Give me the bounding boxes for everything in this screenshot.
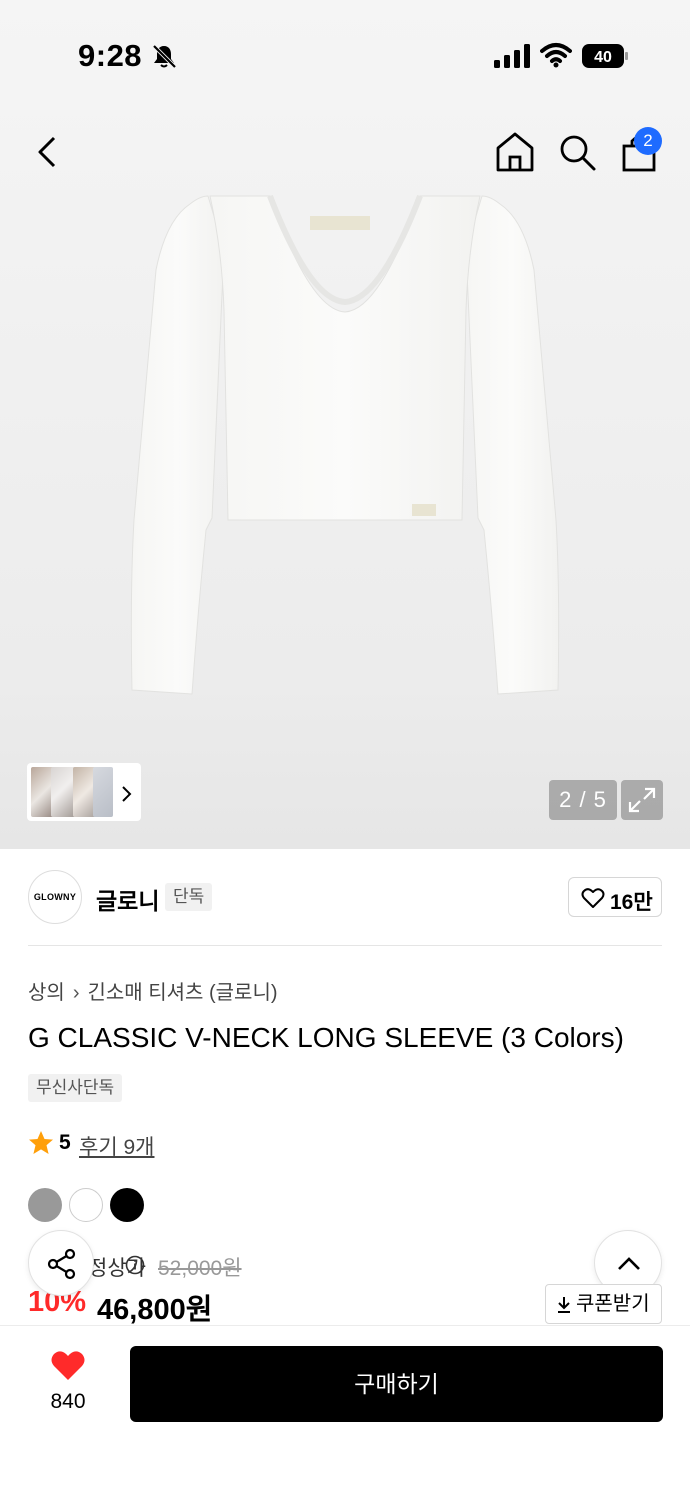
brand-exclusive-tag: 단독: [165, 883, 213, 911]
star-icon: [29, 1131, 53, 1154]
wish-button[interactable]: 840: [30, 1350, 106, 1420]
musinsa-exclusive-tag: 무신사단독: [28, 1074, 123, 1102]
brand-like-count: 16만: [610, 891, 653, 914]
chevron-up-icon: [618, 1257, 640, 1270]
back-icon[interactable]: [28, 130, 68, 174]
color-swatch-gray[interactable]: [28, 1188, 62, 1222]
battery-icon: 40: [582, 44, 628, 68]
chevron-right-icon[interactable]: [118, 784, 134, 804]
search-icon[interactable]: [556, 130, 598, 174]
share-button[interactable]: [28, 1230, 94, 1296]
breadcrumb: 상의 › 긴소매 티셔츠 (글로니): [28, 976, 278, 1005]
signal-icon: [494, 44, 530, 68]
breadcrumb-subcategory[interactable]: 긴소매 티셔츠 (글로니): [87, 982, 277, 1004]
wish-count: 840: [50, 1390, 86, 1413]
product-title: G CLASSIC V-NECK LONG SLEEVE (3 Colors): [28, 1022, 624, 1053]
thumbnail-4[interactable]: [93, 767, 113, 817]
bell-off-icon: [152, 44, 177, 69]
rating-value: 5: [59, 1131, 71, 1154]
expand-icon: [628, 787, 656, 813]
status-bar: 9:28 40: [0, 0, 690, 110]
coupon-button[interactable]: 쿠폰받기: [545, 1284, 662, 1324]
status-time: 9:28: [78, 38, 143, 73]
heart-filled-icon: [51, 1351, 85, 1380]
image-pager: 2 / 5: [549, 780, 617, 820]
color-swatch-white[interactable]: [69, 1188, 103, 1222]
product-detail-page: 9:28 40 2 2 / 5 GLOWNY 글로니 단독 16만 상의 › 긴…: [0, 0, 690, 1500]
brand-like-button[interactable]: 16만: [568, 877, 662, 917]
sale-price: 46,800원: [97, 1294, 213, 1326]
breadcrumb-category[interactable]: 상의: [28, 982, 65, 1004]
expand-button[interactable]: [621, 780, 663, 820]
info-icon[interactable]: [125, 1255, 145, 1275]
product-image: [130, 194, 560, 695]
top-nav: [0, 120, 690, 184]
brand-name[interactable]: 글로니: [96, 882, 159, 916]
bottom-action-bar: 840 구매하기: [0, 1325, 690, 1500]
share-icon: [47, 1248, 76, 1280]
home-icon[interactable]: [494, 130, 536, 174]
product-gallery[interactable]: 9:28 40 2 2 / 5: [0, 0, 690, 849]
buy-button[interactable]: 구매하기: [130, 1346, 663, 1422]
divider: [28, 945, 662, 946]
review-link[interactable]: 후기 9개: [79, 1131, 154, 1161]
cart-count-badge: 2: [634, 127, 662, 155]
heart-outline-icon: [581, 888, 605, 908]
download-icon: [558, 1297, 570, 1313]
original-price: 52,000원: [158, 1257, 242, 1280]
brand-logo[interactable]: GLOWNY: [28, 870, 82, 924]
battery-level: 40: [594, 49, 612, 66]
color-swatch-black[interactable]: [110, 1188, 144, 1222]
wifi-icon: [540, 43, 572, 68]
chevron-right-icon: ›: [72, 982, 80, 1004]
coupon-label: 쿠폰받기: [576, 1293, 650, 1315]
